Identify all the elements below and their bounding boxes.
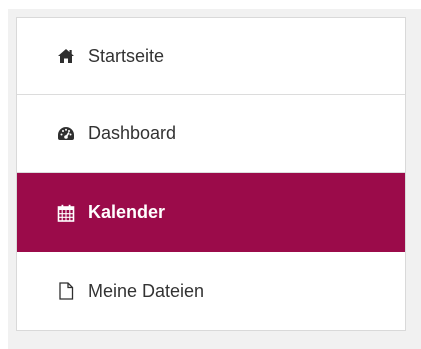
home-icon bbox=[57, 47, 75, 65]
menu-item-label: Dashboard bbox=[88, 123, 177, 143]
menu-item-kalender[interactable]: Kalender bbox=[17, 173, 405, 252]
menu-item-startseite[interactable]: Startseite bbox=[17, 18, 405, 95]
calendar-icon bbox=[57, 204, 75, 222]
side-navigation-menu: Startseite Dashboard Kalender Meine Date… bbox=[16, 17, 406, 331]
menu-item-meine-dateien[interactable]: Meine Dateien bbox=[17, 252, 405, 330]
file-icon bbox=[57, 282, 75, 300]
dashboard-gauge-icon bbox=[57, 125, 75, 143]
menu-item-label: Startseite bbox=[88, 45, 165, 66]
menu-item-label: Kalender bbox=[88, 202, 166, 222]
menu-item-label: Meine Dateien bbox=[88, 280, 205, 301]
menu-item-dashboard[interactable]: Dashboard bbox=[17, 95, 405, 173]
